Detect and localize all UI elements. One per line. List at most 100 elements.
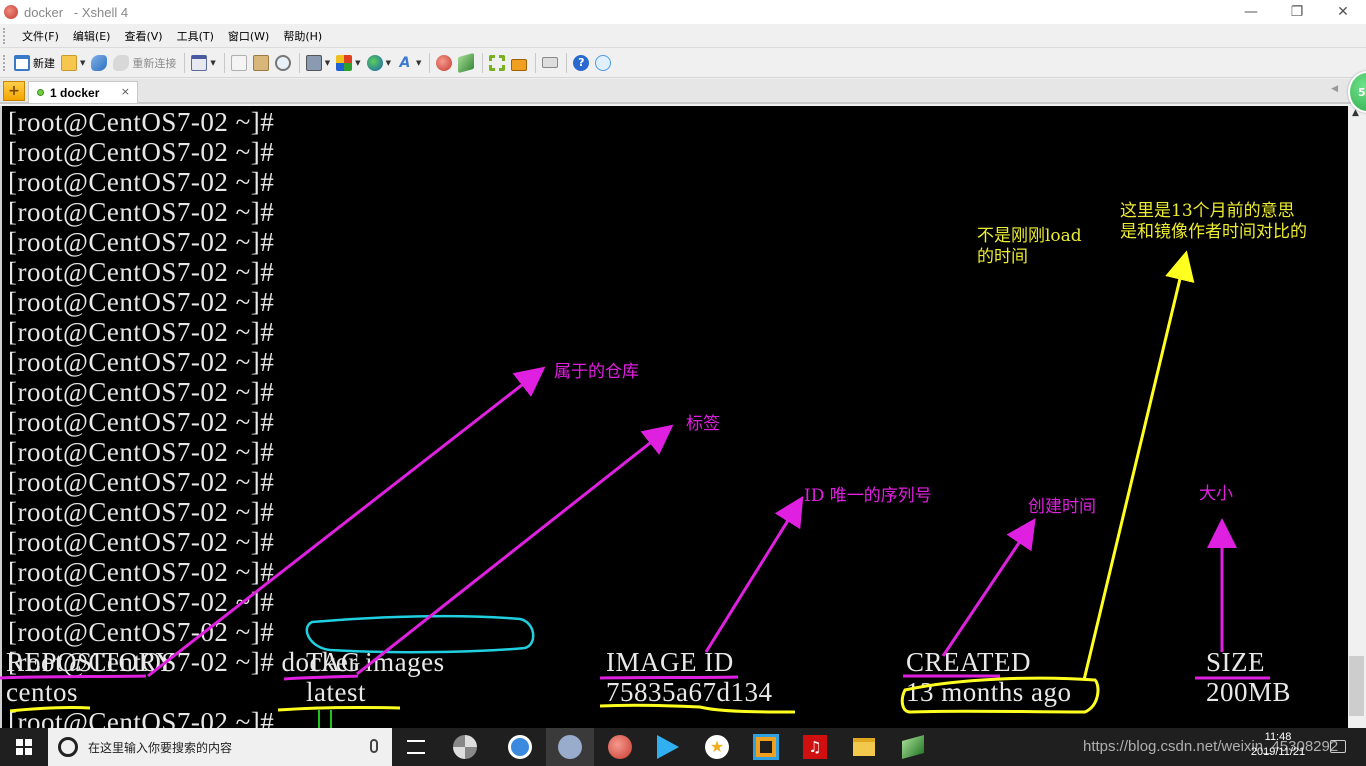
- globe-icon: [366, 54, 383, 71]
- prompt-line: [root@CentOS7-02 ~]#: [8, 497, 275, 527]
- new-tab-button[interactable]: +: [3, 81, 25, 101]
- annotation-size: 大小: [1199, 484, 1233, 504]
- menu-help[interactable]: 帮助(H): [281, 26, 324, 46]
- taskbar-app-network[interactable]: [546, 728, 594, 766]
- taskbar-search[interactable]: 在这里输入你要搜索的内容: [48, 728, 392, 766]
- taskbar-app-sogou[interactable]: [496, 728, 544, 766]
- prompt-line: [root@CentOS7-02 ~]#: [8, 617, 275, 647]
- taskbar-app-vmware[interactable]: [742, 728, 790, 766]
- cursor: [318, 710, 332, 728]
- lock-icon: [511, 58, 528, 71]
- start-button[interactable]: [0, 728, 48, 766]
- font-button[interactable]: A ▼: [397, 51, 422, 75]
- layout-icon: [489, 54, 506, 71]
- toolbar-separator: [184, 52, 186, 73]
- xftp-button[interactable]: [458, 51, 475, 75]
- taskbar-app-tencent-video[interactable]: [644, 728, 692, 766]
- toolbar-separator: [535, 52, 537, 73]
- connect-button[interactable]: [91, 51, 108, 75]
- open-button[interactable]: ▼: [61, 51, 85, 75]
- prompt-line: [root@CentOS7-02 ~]#: [8, 557, 275, 587]
- lock-button[interactable]: [511, 51, 528, 75]
- netease-music-icon: ♫: [803, 735, 827, 759]
- paste-icon: [252, 54, 269, 71]
- system-clock[interactable]: 11:48 2019/11/21: [1238, 730, 1318, 760]
- title-bar: docker - Xshell 4 — ❐ ✕: [0, 0, 1366, 24]
- menu-grip: [3, 28, 5, 44]
- last-prompt: [root@CentOS7-02 ~]#: [8, 707, 275, 728]
- file-explorer-icon: [853, 738, 875, 756]
- copy-icon: [230, 54, 247, 71]
- terminal-scrollbar[interactable]: ▲: [1348, 106, 1366, 728]
- globe-button[interactable]: ▼: [366, 51, 391, 75]
- taskbar-app-file-explorer[interactable]: [840, 728, 888, 766]
- tab-scroll-left-icon[interactable]: ◀: [1331, 84, 1338, 94]
- reconnect-button[interactable]: 重新连接: [113, 51, 176, 75]
- properties-icon: [191, 54, 208, 71]
- print-button[interactable]: ▼: [305, 51, 331, 75]
- tab-close-icon[interactable]: ×: [121, 85, 130, 98]
- prompt-line: [root@CentOS7-02 ~]#: [8, 437, 275, 467]
- xftp-taskbar-icon: [902, 735, 924, 759]
- menu-edit[interactable]: 编辑(E): [71, 26, 113, 46]
- prompt-line: [root@CentOS7-02 ~]#: [8, 137, 275, 167]
- new-session-button[interactable]: 新建: [14, 51, 55, 75]
- cell-image-id: 75835a67d134: [606, 677, 773, 707]
- annotation-months-note: 这里是13个月前的意思 是和镜像作者时间对比的: [1120, 201, 1307, 242]
- copy-button[interactable]: [230, 51, 247, 75]
- annotation-not-load-time: 不是刚刚load 的时间: [977, 226, 1082, 267]
- clock-date: 2019/11/21: [1250, 746, 1306, 758]
- toolbar-grip: [3, 55, 5, 71]
- tab-docker[interactable]: 1 docker ×: [28, 81, 138, 103]
- new-session-icon: [14, 54, 30, 71]
- toolbar-separator: [223, 52, 225, 73]
- menu-file[interactable]: 文件(F): [20, 26, 61, 46]
- microphone-icon[interactable]: [370, 739, 378, 753]
- color-scheme-icon: [336, 54, 353, 71]
- chat-button[interactable]: [595, 51, 612, 75]
- terminal-area[interactable]: [root@CentOS7-02 ~]# [root@CentOS7-02 ~]#…: [0, 106, 1348, 728]
- menu-view[interactable]: 查看(V): [122, 26, 164, 46]
- network-app-icon: [558, 735, 582, 759]
- menu-tools[interactable]: 工具(T): [175, 26, 216, 46]
- taskbar: 在这里输入你要搜索的内容 ★ ♫ https://blog.csdn.net/w…: [0, 728, 1366, 766]
- chevron-down-icon: ▼: [415, 58, 422, 67]
- cell-size: 200MB: [1206, 677, 1292, 707]
- layout-button[interactable]: [489, 51, 506, 75]
- cell-created: 13 months ago: [906, 677, 1072, 707]
- taskbar-app-xftp[interactable]: [889, 728, 937, 766]
- vmware-icon: [753, 734, 779, 760]
- font-icon: A: [399, 54, 411, 71]
- task-view-button[interactable]: [392, 728, 440, 766]
- help-button[interactable]: ?: [573, 51, 590, 75]
- annotation-image-id: ID 唯一的序列号: [804, 486, 932, 506]
- prompt-line: [root@CentOS7-02 ~]#: [8, 347, 275, 377]
- taskbar-app-qzone[interactable]: ★: [693, 728, 741, 766]
- tab-bar: + 1 docker × ◀: [0, 79, 1366, 104]
- minimize-button[interactable]: —: [1228, 0, 1274, 24]
- help-icon: ?: [573, 54, 590, 71]
- notification-center-icon[interactable]: [1330, 740, 1346, 753]
- find-button[interactable]: [274, 51, 291, 75]
- connect-icon: [91, 54, 108, 71]
- print-icon: [305, 54, 322, 71]
- taskbar-app-pinwheel[interactable]: [441, 728, 489, 766]
- chevron-down-icon: ▼: [324, 58, 331, 67]
- prompt-line: [root@CentOS7-02 ~]#: [8, 407, 275, 437]
- restore-button[interactable]: ❐: [1274, 0, 1320, 24]
- windows-logo-icon: [16, 739, 32, 755]
- properties-button[interactable]: ▼: [191, 51, 216, 75]
- cell-tag: latest: [306, 677, 366, 707]
- color-scheme-button[interactable]: ▼: [336, 51, 361, 75]
- taskbar-app-xshell[interactable]: [596, 728, 644, 766]
- xshell-button[interactable]: [436, 51, 453, 75]
- scrollbar-thumb[interactable]: [1349, 656, 1364, 716]
- keyboard-button[interactable]: [542, 51, 559, 75]
- taskbar-app-netease-music[interactable]: ♫: [791, 728, 839, 766]
- header-image-id: IMAGE ID: [606, 647, 734, 677]
- paste-button[interactable]: [252, 51, 269, 75]
- close-button[interactable]: ✕: [1320, 0, 1366, 24]
- menu-window[interactable]: 窗口(W): [226, 26, 271, 46]
- task-view-icon: [407, 740, 425, 754]
- prompt-line: [root@CentOS7-02 ~]#: [8, 107, 275, 137]
